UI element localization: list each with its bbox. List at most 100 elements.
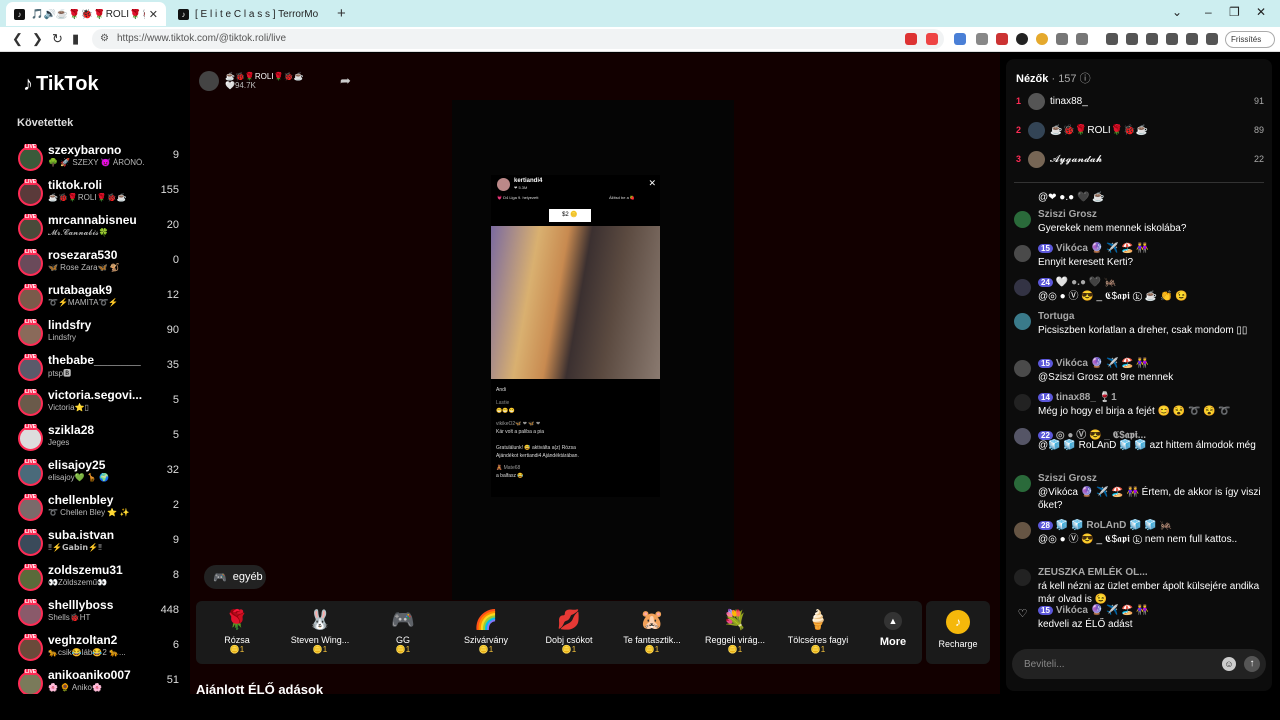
sidebar-icon[interactable] xyxy=(1076,33,1088,45)
rank: 2 xyxy=(1016,125,1022,135)
translate-icon[interactable] xyxy=(954,33,966,45)
author-name: Vikóca 🔮 ✈️ 🏖️ 👭 xyxy=(1055,358,1149,369)
media-icon[interactable] xyxy=(1126,33,1138,45)
tab-search-icon[interactable]: ⌄ xyxy=(1172,5,1182,19)
chat-input[interactable] xyxy=(1024,656,1214,672)
top-viewer-row[interactable]: 1 tinax88_ 91 xyxy=(1016,93,1264,113)
shield-icon[interactable] xyxy=(1206,33,1218,45)
following-item[interactable]: LIVE suba.istvan ‼⚡𝗚𝗮𝗯𝗶𝗻⚡‼ 9 xyxy=(6,526,190,561)
avatar: LIVE xyxy=(18,669,43,694)
top-viewer-row[interactable]: 3 𝓐𝔂𝓰𝓪𝓷𝓭𝓪𝓱 22 xyxy=(1016,151,1264,171)
update-button[interactable]: Frissítés xyxy=(1225,31,1275,48)
following-item[interactable]: LIVE chellenbley ➰ Chellen Bley ⭐ ✨ 2 xyxy=(6,491,190,526)
bookmark-icon[interactable]: ▮ xyxy=(72,31,79,47)
viewers-header[interactable]: Nézők · 157 ⓘ xyxy=(1016,70,1091,86)
message-author[interactable]: Tortuga xyxy=(1038,311,1074,322)
gift-category-button[interactable]: 🎮 egyéb xyxy=(204,565,266,589)
back-icon[interactable]: ❮ xyxy=(12,31,23,47)
following-item[interactable]: LIVE mrcannabisneu 𝓜𝓻.𝓒𝓪𝓷𝓷𝓪𝓫𝓲𝓼🍀 20 xyxy=(6,211,190,246)
download-icon[interactable] xyxy=(1106,33,1118,45)
message-author[interactable]: 24 🤍 ●.● 🖤 🦗 xyxy=(1038,277,1116,288)
gift-item[interactable]: 🌹 Rózsa 🪙1 xyxy=(196,601,278,664)
gift-item[interactable]: 🎮 GG 🪙1 xyxy=(362,601,444,664)
reading-list-icon[interactable] xyxy=(1146,33,1158,45)
hls-icon[interactable] xyxy=(996,33,1008,45)
video-frame-image xyxy=(491,226,660,379)
message-author[interactable]: 15 Vikóca 🔮 ✈️ 🏖️ 👭 xyxy=(1038,605,1149,616)
following-item[interactable]: LIVE victoria.segovi... Victoria⭐▯ 5 xyxy=(6,386,190,421)
close-window-icon[interactable]: ✕ xyxy=(1256,5,1266,19)
close-tab-icon[interactable]: ✕ xyxy=(149,8,158,21)
message-author[interactable]: 15 Vikóca 🔮 ✈️ 🏖️ 👭 xyxy=(1038,243,1149,254)
streamer-info[interactable]: ☕🐞🌹ROLI🌹🐞☕ 🤍94.7K xyxy=(199,71,303,91)
message-author[interactable]: ZEUSZKA EMLÉK OL... xyxy=(1038,567,1148,578)
message-text: @Vikóca 🔮 ✈️ 🏖️ 👭 Értem, de akkor is így… xyxy=(1038,487,1261,511)
minimize-icon[interactable]: – xyxy=(1205,5,1212,19)
address-bar[interactable]: ⚙ https://www.tiktok.com/@tiktok.roli/li… xyxy=(92,29,944,49)
extension-icon[interactable] xyxy=(1036,33,1048,45)
tab-title: 🎵🔊☕🌹🐞🌹ROLI🌹🐞☕ (@tik xyxy=(31,8,145,20)
info-icon[interactable]: ⓘ xyxy=(1080,73,1091,85)
video-player[interactable]: kertiandi4 ❤ 5.3M ✕ 💗 D4 Liga 9. helyeze… xyxy=(452,100,734,600)
gift-bar: 🌹 Rózsa 🪙1 🐰 Steven Wing... 🪙1 🎮 GG 🪙1 🌈 Szivár… xyxy=(196,601,922,664)
extension-icon[interactable] xyxy=(976,33,988,45)
avatar xyxy=(1028,122,1045,139)
following-item[interactable]: LIVE anikoaniko007 🌸 🌻 Aniko🌸 51 xyxy=(6,666,190,694)
extension-icon[interactable] xyxy=(1016,33,1028,45)
following-subtitle: ptsp🅱 xyxy=(48,369,72,378)
send-icon[interactable]: ↑ xyxy=(1244,656,1260,672)
share-icon[interactable]: ➦ xyxy=(340,73,351,89)
forward-icon[interactable]: ❯ xyxy=(32,31,43,47)
following-item[interactable]: LIVE lindsfry Lindsfry 90 xyxy=(6,316,190,351)
following-item[interactable]: LIVE thebabe_______ ptsp🅱 35 xyxy=(6,351,190,386)
gift-item[interactable]: 🐰 Steven Wing... 🪙1 xyxy=(279,601,361,664)
top-viewer-row[interactable]: 2 ☕🐞🌹ROLI🌹🐞☕ 89 xyxy=(1016,122,1264,142)
tab-tiktok-live[interactable]: ♪ 🎵🔊☕🌹🐞🌹ROLI🌹🐞☕ (@tik ✕ xyxy=(6,2,166,26)
more-gifts-button[interactable]: ▲ More xyxy=(869,601,917,664)
following-subtitle: 👀Zöldszemű👀 xyxy=(48,578,108,587)
puzzle-icon[interactable] xyxy=(1056,33,1068,45)
following-item[interactable]: LIVE szexybarono 🌳 🚀 SZEXY 👿 ÁRÓNÓ... 9 xyxy=(6,141,190,176)
message-author[interactable]: 15 Vikóca 🔮 ✈️ 🏖️ 👭 xyxy=(1038,358,1149,369)
following-item[interactable]: LIVE rutabagak9 ➰⚡MAMITA➰⚡ 12 xyxy=(6,281,190,316)
message-author[interactable]: Szi­szi Grosz xyxy=(1038,209,1097,220)
warning-icon[interactable] xyxy=(926,33,938,45)
ai-icon[interactable] xyxy=(1186,33,1198,45)
following-item[interactable]: LIVE szikla28 Jeges 5 xyxy=(6,421,190,456)
shield-icon[interactable] xyxy=(905,33,917,45)
gift-icon: 🐰 xyxy=(308,610,332,631)
restore-icon[interactable]: ❐ xyxy=(1229,5,1240,19)
gift-price: 🪙1 xyxy=(727,645,743,654)
following-item[interactable]: LIVE tiktok.roli ☕🐞🌹ROLI🌹🐞☕ 155 xyxy=(6,176,190,211)
message-author[interactable]: Sziszi Grosz xyxy=(1038,473,1097,484)
gift-item[interactable]: 🍦 Tölcséres fagyi 🪙1 xyxy=(777,601,859,664)
gift-item[interactable]: 💐 Reggeli virág... 🪙1 xyxy=(694,601,776,664)
gift-item[interactable]: 🌈 Szivárvány 🪙1 xyxy=(445,601,527,664)
update-button-label: Frissítés xyxy=(1231,35,1262,44)
following-item[interactable]: LIVE rosezara530 🦋 Rose Zara🦋 🐒 0 xyxy=(6,246,190,281)
following-item[interactable]: LIVE elisajoy25 elisajoy💚 🦒 🌍 32 xyxy=(6,456,190,491)
following-item[interactable]: LIVE shelllyboss Shells🐞HT 448 xyxy=(6,596,190,631)
split-view-icon[interactable] xyxy=(1166,33,1178,45)
following-item[interactable]: LIVE zoldszemu31 👀Zöldszemű👀 8 xyxy=(6,561,190,596)
tab-elite-class[interactable]: ♪ [ E l i t e C l a s s ] TerrorMo xyxy=(170,2,330,26)
streamer-name: ☕🐞🌹ROLI🌹🐞☕ xyxy=(225,72,304,81)
recommended-live-heading: Ajánlott ÉLŐ adások xyxy=(196,682,324,694)
following-subtitle: ☕🐞🌹ROLI🌹🐞☕ xyxy=(48,193,127,202)
reload-icon[interactable]: ↻ xyxy=(52,31,63,47)
level-badge: 14 xyxy=(1038,393,1053,402)
following-name: szexybarono xyxy=(48,143,122,157)
emoji-icon[interactable]: ☺ xyxy=(1222,657,1236,671)
tiktok-logo[interactable]: ♪ TikTok xyxy=(23,73,99,96)
message-author[interactable]: 28 🧊 🧊 RoLAnD 🧊 🧊 🦗 xyxy=(1038,520,1172,531)
site-settings-icon[interactable]: ⚙ xyxy=(100,29,109,49)
avatar: LIVE xyxy=(18,424,43,451)
new-tab-icon[interactable]: + xyxy=(337,5,346,22)
recharge-button[interactable]: ♪ Recharge xyxy=(926,601,990,664)
message-author[interactable]: 14 tinax88_ 🍷1 xyxy=(1038,392,1117,403)
following-item[interactable]: LIVE veghzoltan2 🐆csik😂láb😂2 🐆... 6 xyxy=(6,631,190,666)
gift-item[interactable]: 🐹 Te fantasztik... 🪙1 xyxy=(611,601,693,664)
viewer-count: 51 xyxy=(166,674,179,686)
gift-item[interactable]: 💋 Dobj csókot 🪙1 xyxy=(528,601,610,664)
avatar xyxy=(1014,522,1031,539)
